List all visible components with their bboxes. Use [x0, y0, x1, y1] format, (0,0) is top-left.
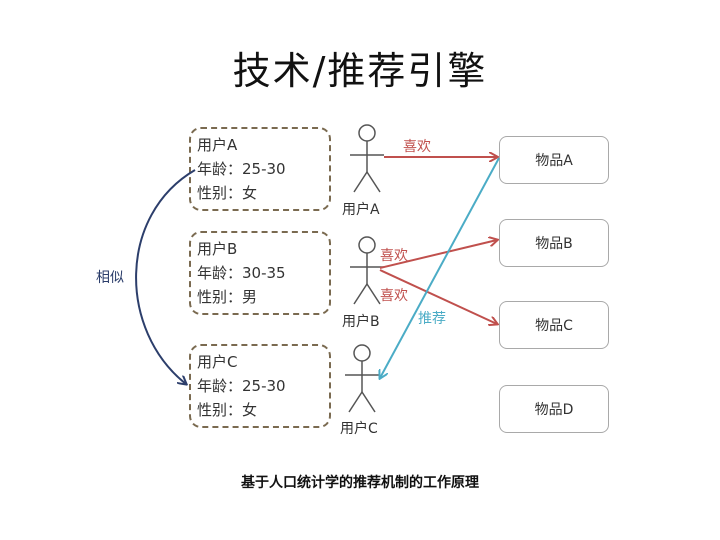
user-a-figure-icon — [350, 124, 384, 193]
user-b-figure-icon — [350, 236, 384, 305]
user-c-label: 用户C — [340, 421, 378, 437]
figure-caption: 基于人口统计学的推荐机制的工作原理 — [241, 475, 479, 491]
user-a-label: 用户A — [342, 202, 380, 218]
similar-label: 相似 — [96, 270, 124, 286]
like-label-a: 喜欢 — [403, 139, 431, 155]
like-label-b2: 喜欢 — [380, 288, 408, 304]
user-b-label: 用户B — [342, 314, 380, 330]
like-label-b1: 喜欢 — [380, 248, 408, 264]
user-c-figure-icon — [345, 344, 379, 413]
similar-arrow — [135, 169, 196, 384]
recommend-arrow — [380, 157, 500, 378]
recommend-label: 推荐 — [418, 311, 446, 327]
